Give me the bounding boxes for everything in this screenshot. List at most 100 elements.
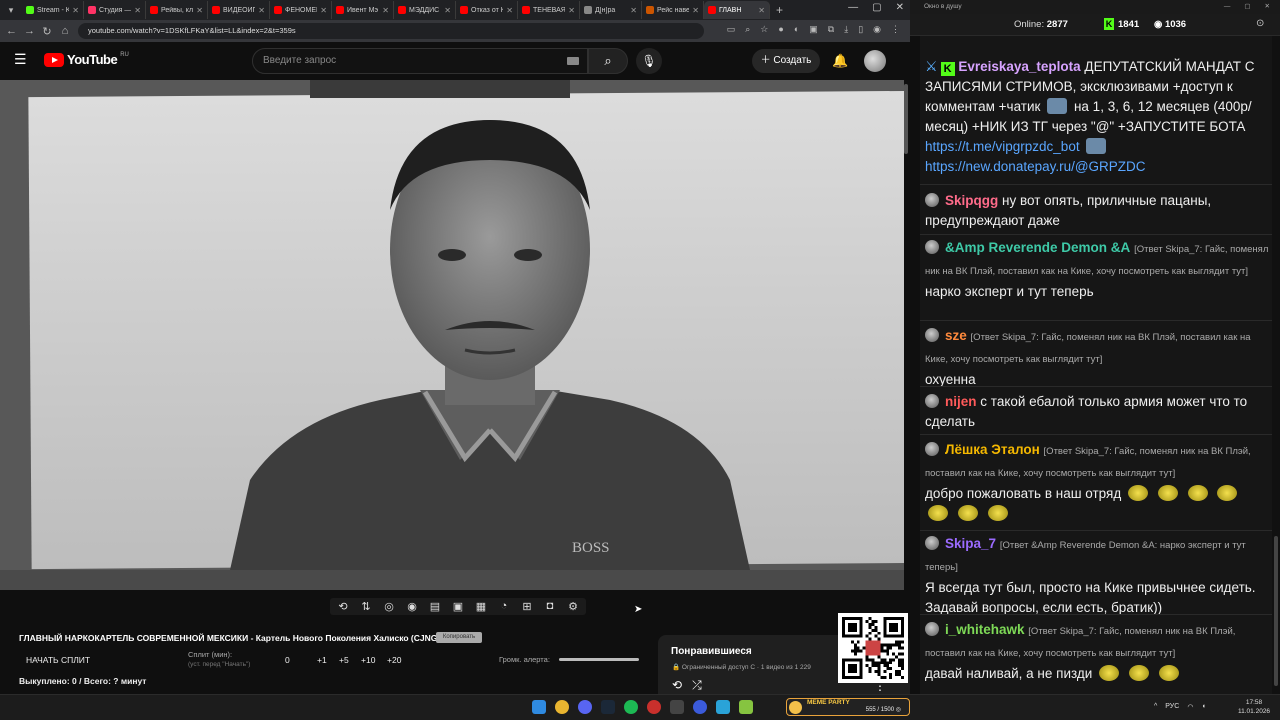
speed-icon[interactable]: ◔ [497, 600, 511, 613]
video-player[interactable]: BOSS [0, 80, 904, 590]
tab-close-icon[interactable]: ✕ [568, 6, 575, 15]
tab-close-icon[interactable]: ✕ [320, 6, 327, 15]
obs-icon[interactable] [647, 700, 661, 714]
tab-close-icon[interactable]: ✕ [692, 6, 699, 15]
tab-close-icon[interactable]: ✕ [630, 6, 637, 15]
chat-scroll-thumb[interactable] [1274, 536, 1278, 686]
spotify-icon[interactable] [624, 700, 638, 714]
wifi-icon[interactable]: ◠ [1187, 703, 1193, 711]
start-split-button[interactable]: НАЧАТЬ СПЛИТ [26, 655, 90, 665]
home-icon[interactable]: ⌂ [60, 25, 70, 37]
url-field[interactable]: youtube.com/watch?v=1DSKfLFKaY&list=LL&i… [78, 23, 704, 39]
chat-scrollbar[interactable] [1272, 36, 1280, 696]
split-view-icon[interactable]: ▯ [858, 24, 863, 35]
app-icon[interactable] [693, 700, 707, 714]
browser-tab[interactable]: ВИДЕОИГР✕ [208, 1, 270, 19]
bookmark-star-icon[interactable]: ☆ [760, 24, 768, 35]
profile-icon[interactable]: ◉ [873, 24, 881, 35]
browser-tab[interactable]: Студия — ✕ [84, 1, 146, 19]
split-add-20-button[interactable]: +20 [387, 655, 401, 665]
broadcast-icon[interactable]: ◎ [382, 600, 396, 613]
tab-close-icon[interactable]: ✕ [758, 6, 765, 15]
steam-icon[interactable] [601, 700, 615, 714]
page-scrollbar[interactable] [904, 84, 908, 154]
chat-nick[interactable]: Skipqgg [945, 193, 998, 208]
minimize-icon[interactable]: — [848, 2, 858, 13]
loop-icon[interactable]: ⟲ [336, 600, 350, 613]
new-tab-icon[interactable]: + [776, 3, 783, 17]
forward-icon[interactable]: → [24, 25, 35, 37]
browser-tab[interactable]: Отказ от К ✕ [456, 1, 518, 19]
extension-icon[interactable]: ◐ [794, 24, 799, 35]
browser-tab[interactable]: Ивент Мэ ✕ [332, 1, 394, 19]
reload-icon[interactable]: ↻ [42, 25, 52, 38]
browser-tab[interactable]: ГЛАВН ✕ [704, 1, 770, 19]
app-icon[interactable] [739, 700, 753, 714]
alert-volume-slider[interactable] [559, 658, 639, 661]
sort-icon[interactable]: ⇅ [359, 600, 373, 613]
download-icon[interactable]: ⤓ [844, 24, 848, 35]
chat-nick[interactable]: sze [945, 328, 967, 343]
start-menu-icon[interactable] [532, 700, 546, 714]
chat-nick[interactable]: nijen [945, 394, 977, 409]
tab-close-icon[interactable]: ✕ [382, 6, 389, 15]
maximize-icon[interactable]: ▢ [1244, 0, 1250, 14]
close-icon[interactable]: ✕ [1265, 0, 1270, 14]
keyboard-icon[interactable] [567, 57, 579, 65]
chat-nick[interactable]: i_whitehawk [945, 622, 1025, 637]
split-add-10-button[interactable]: +10 [361, 655, 375, 665]
browser-tab[interactable]: Рейс наве ✕ [642, 1, 704, 19]
extension-icon[interactable]: ● [778, 24, 783, 35]
telegram-icon[interactable] [716, 700, 730, 714]
pip-icon[interactable]: ▣ [451, 600, 465, 613]
loop-playlist-icon[interactable]: ⟲ [672, 678, 682, 693]
search-input[interactable]: Введите запрос [252, 48, 588, 74]
notifications-bell-icon[interactable]: 🔔 [832, 53, 848, 69]
search-button[interactable]: ⌕ [588, 48, 628, 74]
discord-icon[interactable] [578, 700, 592, 714]
browser-tab[interactable]: ФЕНОМЕН✕ [270, 1, 332, 19]
zoom-icon[interactable]: ⌕ [745, 24, 750, 35]
maximize-icon[interactable]: ▢ [872, 2, 881, 13]
split-value[interactable]: 0 [285, 655, 290, 665]
cinema-icon[interactable]: ▦ [474, 600, 488, 613]
extension-icon[interactable]: ▣ [809, 24, 818, 35]
avatar[interactable] [864, 50, 886, 72]
browser-tab[interactable]: Д[н]ра ✕ [580, 1, 642, 19]
settings-gear-icon[interactable]: ⚙ [566, 600, 580, 613]
minimize-icon[interactable]: — [1224, 0, 1231, 14]
speaker-icon[interactable]: ◖ [1201, 703, 1205, 711]
tab-close-icon[interactable]: ✕ [258, 6, 265, 15]
puzzle-icon[interactable]: ⧉ [828, 24, 834, 35]
language-indicator[interactable]: РУС [1165, 703, 1179, 711]
chat-link[interactable]: https://t.me/vipgrpzdc_bot [925, 139, 1080, 154]
hamburger-menu-icon[interactable]: ☰ [14, 52, 28, 66]
browser-tab[interactable]: Stream - K ✕ [22, 1, 84, 19]
film-icon[interactable]: ▤ [428, 600, 442, 613]
split-add-1-button[interactable]: +1 [317, 655, 327, 665]
playlist-title[interactable]: Понравившиеся [671, 646, 752, 657]
chat-nick[interactable]: Skipa_7 [945, 536, 996, 551]
tab-search-icon[interactable]: ▾ [4, 3, 18, 17]
eye-icon[interactable]: ◉ [405, 600, 419, 613]
chat-link[interactable]: https://new.donatepay.ru/@GRPZDC [925, 159, 1146, 174]
tray-chevron-icon[interactable]: ^ [1154, 703, 1157, 711]
youtube-logo[interactable]: YouTube RU [44, 52, 129, 67]
chat-nick[interactable]: Evreiskaya_teplota [958, 59, 1080, 74]
cast-icon[interactable]: ▭ [727, 24, 736, 35]
tab-close-icon[interactable]: ✕ [196, 6, 203, 15]
add-screen-icon[interactable]: ⊞ [520, 600, 534, 613]
meme-party-widget[interactable]: MEME PARTY 555 / 1500 ◎ [786, 698, 910, 716]
tab-close-icon[interactable]: ✕ [72, 6, 79, 15]
browser-tab[interactable]: Рейвы, кл ✕ [146, 1, 208, 19]
tab-close-icon[interactable]: ✕ [444, 6, 451, 15]
camera-icon[interactable]: ◘ [543, 600, 557, 613]
tab-close-icon[interactable]: ✕ [134, 6, 141, 15]
back-icon[interactable]: ← [6, 25, 17, 37]
browser-tab[interactable]: ТЕНЕВАЯ ✕ [518, 1, 580, 19]
tab-close-icon[interactable]: ✕ [506, 6, 513, 15]
chat-nick[interactable]: &Amp Reverende Demon &A [945, 240, 1130, 255]
copy-badge[interactable]: Копировать [436, 632, 482, 643]
split-add-5-button[interactable]: +5 [339, 655, 349, 665]
chrome-icon[interactable] [555, 700, 569, 714]
